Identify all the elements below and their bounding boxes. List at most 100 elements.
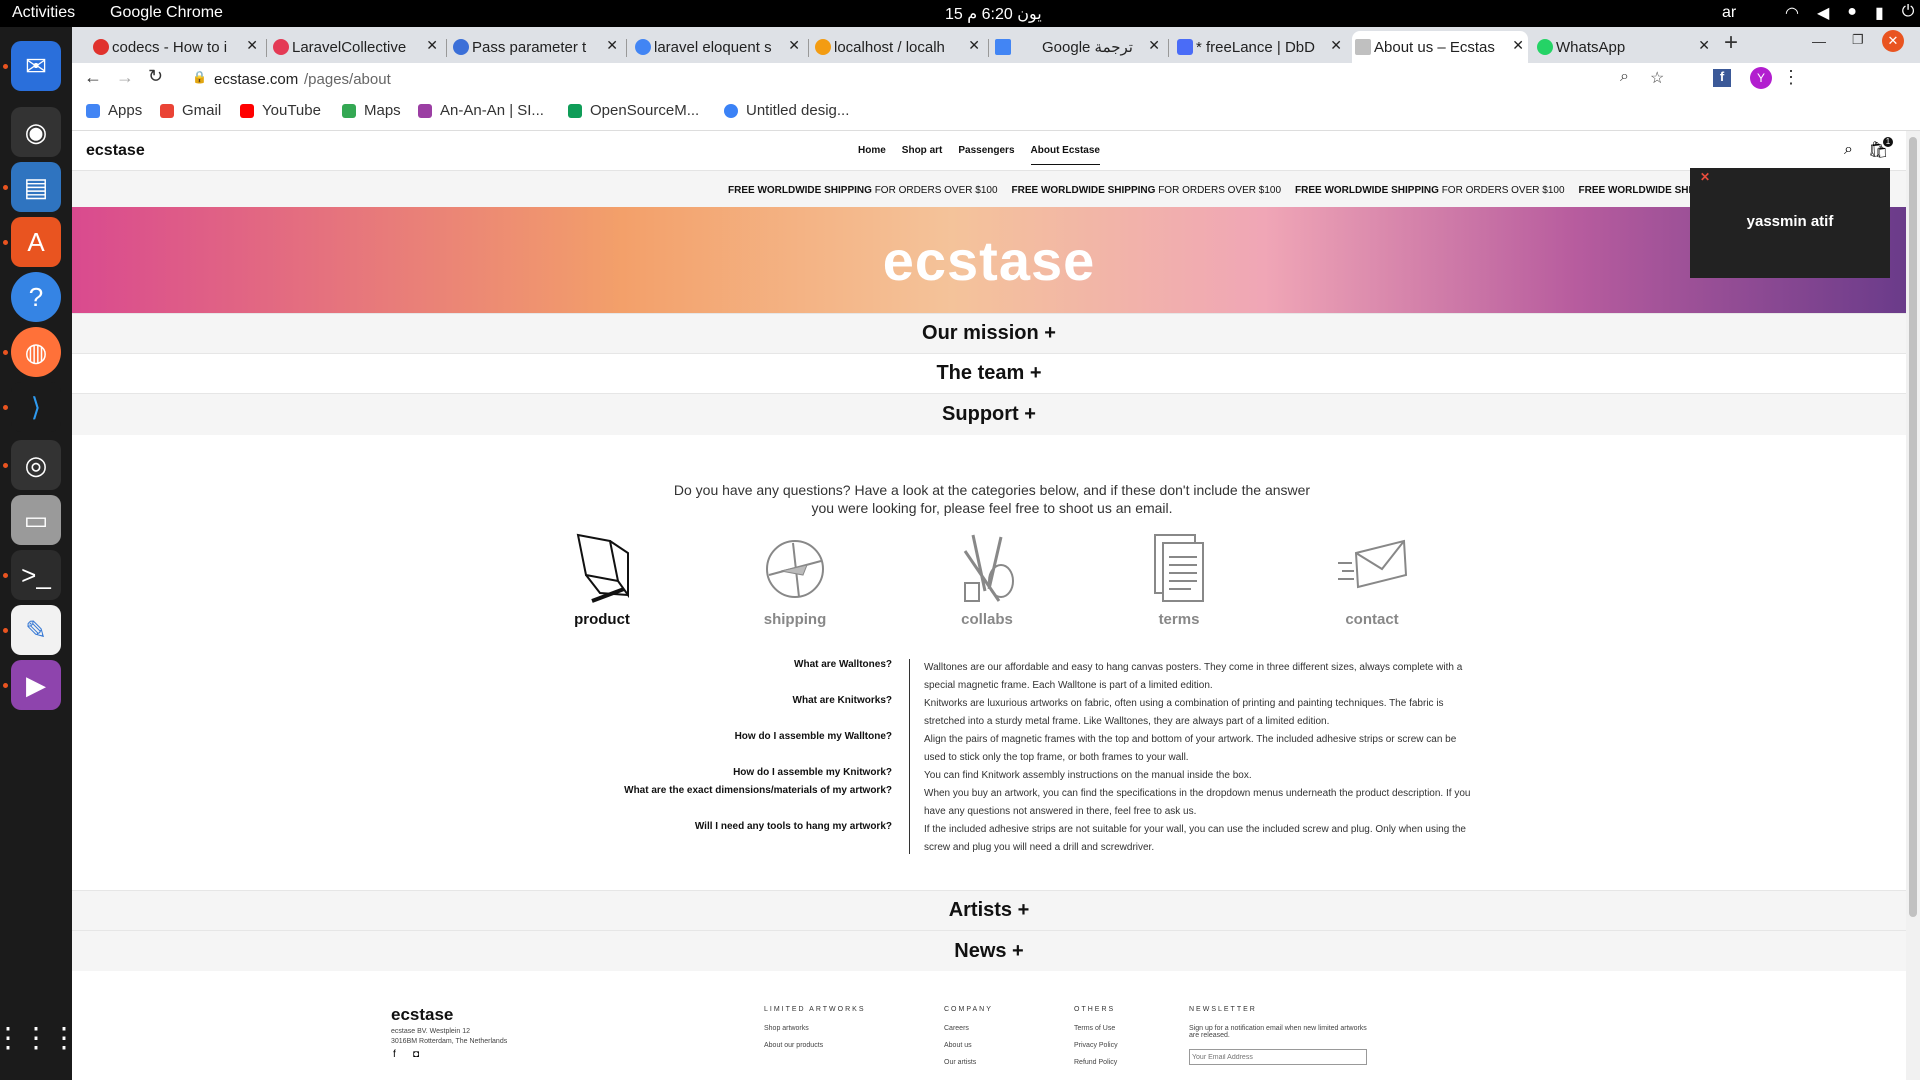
close-icon[interactable]: ✕ — [1148, 37, 1160, 54]
back-icon[interactable]: ← — [84, 67, 102, 88]
footer-link[interactable]: Our artists — [944, 1059, 993, 1066]
tab[interactable]: laravel eloquent s ✕ — [632, 31, 804, 63]
scrollbar-thumb[interactable] — [1909, 137, 1917, 917]
thunderbird-icon[interactable]: ✉ — [11, 41, 61, 91]
star-icon[interactable]: ☆ — [1650, 68, 1664, 88]
wifi-icon: ◠ — [1785, 5, 1799, 22]
tab-favicon — [635, 39, 651, 55]
reload-icon[interactable]: ↻ — [148, 66, 163, 87]
menu-icon[interactable]: ⋮ — [1782, 67, 1800, 88]
terminal-icon[interactable]: >_ — [11, 550, 61, 600]
firefox-icon[interactable]: ◍ — [11, 327, 61, 377]
files-icon[interactable]: ▭ — [11, 495, 61, 545]
footer-link[interactable]: Careers — [944, 1025, 993, 1032]
activities-button[interactable]: Activities — [12, 4, 75, 22]
newsletter-email-input[interactable] — [1189, 1049, 1367, 1065]
facebook-extension-icon[interactable]: f — [1713, 69, 1731, 87]
footer-link[interactable]: About us — [944, 1042, 993, 1049]
search-icon[interactable]: ⌕ — [1844, 141, 1853, 159]
chrome-icon[interactable]: ◎ — [11, 440, 61, 490]
accordion-our-mission[interactable]: Our mission + — [72, 313, 1906, 353]
help-icon[interactable]: ? — [11, 272, 61, 322]
tab-active[interactable]: About us – Ecstas ✕ — [1352, 31, 1528, 63]
system-tray[interactable]: ◠ ◀ ● ▮ ⏻ — [1785, 3, 1914, 23]
close-icon[interactable]: ✕ — [1512, 37, 1524, 54]
close-window-button[interactable]: ✕ — [1882, 30, 1904, 52]
bookmark-gmail[interactable]: Gmail — [160, 102, 221, 119]
omnibox[interactable]: 🔒 ecstase.com /pages/about ⌕ ☆ — [180, 63, 1880, 95]
faq-divider — [909, 659, 910, 854]
bookmark-untitled[interactable]: Untitled desig... — [724, 102, 849, 119]
category-product[interactable]: product — [547, 531, 657, 628]
text-editor-icon[interactable]: ✎ — [11, 605, 61, 655]
profile-avatar[interactable]: Y — [1750, 67, 1772, 89]
footer-link[interactable]: Terms of Use — [1074, 1025, 1118, 1032]
facebook-icon[interactable]: f — [393, 1049, 396, 1060]
app-menu[interactable]: Google Chrome — [110, 4, 223, 22]
tab[interactable]: Pass parameter t ✕ — [450, 31, 622, 63]
bookmark-anan[interactable]: An-An-An | SI... — [418, 102, 544, 119]
nav-passengers[interactable]: Passengers — [958, 145, 1014, 165]
faq-question: How do I assemble my Knitwork? — [733, 767, 892, 778]
tab[interactable]: * freeLance | DbD ✕ — [1174, 31, 1346, 63]
accordion-artists[interactable]: Artists + — [72, 890, 1906, 930]
zoom-icon[interactable]: ⌕ — [1620, 68, 1629, 86]
rhythmbox-icon[interactable]: ◉ — [11, 107, 61, 157]
category-terms[interactable]: terms — [1124, 531, 1234, 628]
show-apps-icon[interactable]: ⋮⋮⋮ — [0, 1012, 78, 1062]
tab-favicon — [1537, 39, 1553, 55]
category-collabs[interactable]: collabs — [932, 531, 1042, 628]
bookmark-opensource[interactable]: OpenSourceM... — [568, 102, 699, 119]
nav-home[interactable]: Home — [858, 145, 886, 165]
category-contact[interactable]: contact — [1317, 531, 1427, 628]
tab[interactable]: localhost / localh ✕ — [812, 31, 984, 63]
tab[interactable]: WhatsApp ✕ — [1534, 31, 1714, 63]
nav-about[interactable]: About Ecstase — [1030, 145, 1100, 165]
close-icon[interactable]: ✕ — [1330, 37, 1342, 54]
footer-col-others: OTHERS Terms of Use Privacy Policy Refun… — [1074, 1006, 1118, 1076]
footer-link[interactable]: Shop artworks — [764, 1025, 866, 1032]
tab-label: codecs - How to i — [112, 38, 228, 56]
instagram-icon[interactable]: ◘ — [413, 1049, 419, 1060]
close-icon[interactable]: ✕ — [1698, 37, 1710, 54]
footer-link[interactable]: Privacy Policy — [1074, 1042, 1118, 1049]
close-icon[interactable]: ✕ — [426, 37, 438, 54]
close-icon[interactable]: ✕ — [968, 37, 980, 54]
writer-icon[interactable]: ▤ — [11, 162, 61, 212]
tab-separator — [808, 39, 809, 57]
running-indicator — [3, 628, 8, 633]
lock-icon[interactable]: 🔒 — [192, 70, 207, 84]
footer-link[interactable]: Refund Policy — [1074, 1059, 1118, 1066]
site-logo[interactable]: ecstase — [86, 142, 145, 160]
new-tab-button[interactable]: + — [1724, 29, 1738, 57]
close-icon[interactable]: ✕ — [606, 37, 618, 54]
close-icon[interactable]: ✕ — [788, 37, 800, 54]
video-icon[interactable]: ▶ — [11, 660, 61, 710]
restore-button[interactable]: ❐ — [1852, 32, 1864, 48]
accordion-the-team[interactable]: The team + — [72, 353, 1906, 393]
accordion-support[interactable]: Support + — [72, 393, 1906, 435]
tab[interactable]: LaravelCollective ✕ — [270, 31, 442, 63]
floating-call-window[interactable]: ✕ yassmin atif — [1690, 168, 1890, 278]
bookmark-label: OpenSourceM... — [590, 102, 700, 119]
bookmark-label: Apps — [108, 102, 143, 119]
tab[interactable]: Google ترجمة ✕ — [992, 31, 1164, 63]
vscode-icon[interactable]: ⟩ — [11, 382, 61, 432]
tab[interactable]: codecs - How to i ✕ — [90, 31, 262, 63]
accordion-news[interactable]: News + — [72, 930, 1906, 971]
category-label: shipping — [763, 611, 827, 628]
bookmark-maps[interactable]: Maps — [342, 102, 401, 119]
nav-shop-art[interactable]: Shop art — [902, 145, 943, 165]
category-shipping[interactable]: shipping — [740, 531, 850, 628]
minimize-button[interactable]: — — [1812, 33, 1826, 49]
software-icon[interactable]: A — [11, 217, 61, 267]
bookmark-apps[interactable]: Apps — [86, 102, 142, 119]
input-language[interactable]: ar — [1722, 4, 1736, 22]
footer-link[interactable]: About our products — [764, 1042, 866, 1049]
footer-logo[interactable]: ecstase — [391, 1005, 453, 1025]
forward-icon[interactable]: → — [116, 67, 134, 88]
bookmark-youtube[interactable]: YouTube — [240, 102, 321, 119]
page-scrollbar[interactable] — [1906, 131, 1920, 1080]
clock[interactable]: 15 يون 6:20 م — [945, 4, 1042, 24]
close-icon[interactable]: ✕ — [246, 37, 258, 54]
